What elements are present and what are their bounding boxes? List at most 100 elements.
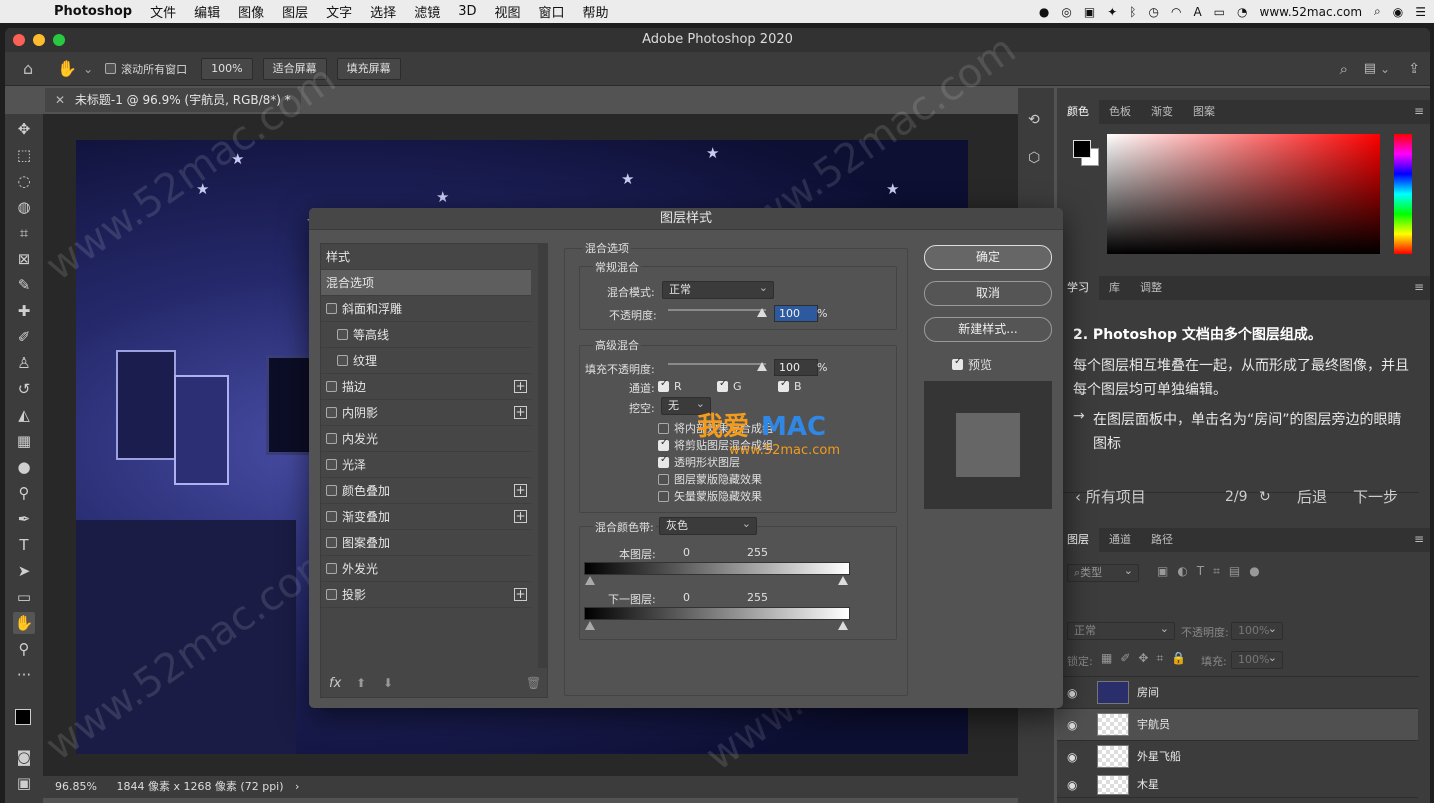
scroll-all-option[interactable]: 滚动所有窗口: [105, 61, 187, 77]
healing-tool-icon[interactable]: ✚: [13, 300, 35, 322]
minimize-window-button[interactable]: [33, 34, 45, 46]
eye-icon[interactable]: ◉: [1067, 772, 1077, 798]
spotlight-icon[interactable]: ⌕: [1374, 4, 1381, 19]
menu-layer[interactable]: 图层: [282, 2, 308, 21]
add-effect-icon[interactable]: +: [514, 484, 527, 497]
pen-tool-icon[interactable]: ✒: [13, 508, 35, 530]
maximize-window-button[interactable]: [53, 34, 65, 46]
status-chevron-icon[interactable]: ›: [295, 780, 299, 793]
gradient-tool-icon[interactable]: ▦: [13, 430, 35, 452]
style-item[interactable]: 内阴影 +: [321, 400, 531, 426]
qq-icon[interactable]: ●: [1039, 5, 1049, 19]
panel-menu-icon[interactable]: ≡: [1414, 280, 1424, 294]
advanced-option-checkbox[interactable]: [658, 422, 669, 434]
layer-row-astronaut[interactable]: ◉ 宇航员: [1057, 709, 1418, 741]
ok-button[interactable]: 确定: [924, 245, 1052, 270]
tab-swatches[interactable]: 色板: [1099, 100, 1141, 124]
blend-mode-select[interactable]: 正常: [662, 280, 774, 299]
eye-icon[interactable]: ◉: [1067, 709, 1077, 741]
style-item[interactable]: 颜色叠加 +: [321, 478, 531, 504]
layer-row-jupiter[interactable]: ◉ 木星: [1057, 772, 1418, 798]
preview-option[interactable]: 预览: [952, 356, 992, 373]
scroll-all-checkbox[interactable]: [105, 63, 117, 74]
layer-fill-input[interactable]: 100%: [1231, 650, 1283, 669]
menu-view[interactable]: 视图: [494, 2, 520, 21]
style-item-checkbox[interactable]: [326, 537, 337, 548]
style-item-checkbox[interactable]: [326, 433, 337, 444]
fill-opacity-slider[interactable]: [668, 363, 766, 365]
fill-opacity-slider-thumb[interactable]: [757, 362, 767, 371]
type-tool-icon[interactable]: T: [13, 534, 35, 556]
style-item[interactable]: 纹理: [321, 348, 531, 374]
channel-b-checkbox[interactable]: [778, 378, 789, 392]
marquee-tool-icon[interactable]: ⬚: [13, 144, 35, 166]
opacity-slider[interactable]: [668, 309, 766, 311]
advanced-option-checkbox[interactable]: [658, 490, 669, 502]
this-layer-white-thumb[interactable]: [838, 576, 848, 585]
quick-mask-icon[interactable]: ◙: [13, 746, 35, 768]
style-item-checkbox[interactable]: [326, 589, 337, 600]
menu-3d[interactable]: 3D: [458, 4, 476, 19]
more-tools-icon[interactable]: ···: [13, 664, 35, 686]
style-item[interactable]: 外发光: [321, 556, 531, 582]
hand-tool-active-icon[interactable]: ✋: [13, 612, 35, 634]
history-brush-tool-icon[interactable]: ↺: [13, 378, 35, 400]
underlying-layer-gradient[interactable]: [584, 607, 850, 620]
advanced-option[interactable]: 图层蒙版隐藏效果: [658, 471, 762, 487]
layer-filter-icons[interactable]: ▣◐T⌗▤●: [1157, 564, 1269, 579]
this-layer-gradient[interactable]: [584, 562, 850, 575]
brush-tool-icon[interactable]: ✐: [13, 326, 35, 348]
eraser-tool-icon[interactable]: ◭: [13, 404, 35, 426]
underlying-white-thumb[interactable]: [838, 621, 848, 630]
style-item-checkbox[interactable]: [326, 563, 337, 574]
frame-tool-icon[interactable]: ⊠: [13, 248, 35, 270]
eyedropper-tool-icon[interactable]: ✎: [13, 274, 35, 296]
3d-panel-icon[interactable]: ⬡: [1028, 150, 1040, 166]
move-down-icon[interactable]: ⬇: [383, 676, 393, 690]
style-item[interactable]: 斜面和浮雕: [321, 296, 531, 322]
style-item[interactable]: 投影 +: [321, 582, 531, 608]
tab-gradients[interactable]: 渐变: [1141, 100, 1183, 124]
channel-b-option[interactable]: B: [778, 378, 802, 393]
channel-r-checkbox[interactable]: [658, 378, 669, 392]
move-up-icon[interactable]: ⬆: [356, 676, 366, 690]
eye-icon[interactable]: ◉: [1067, 677, 1077, 709]
layer-row-alien-ship[interactable]: ◉ 外星飞船: [1057, 741, 1418, 772]
status-zoom[interactable]: 96.85%: [55, 780, 97, 793]
stamp-tool-icon[interactable]: ♙: [13, 352, 35, 374]
channel-g-checkbox[interactable]: [717, 378, 728, 392]
panel-menu-icon[interactable]: ≡: [1414, 104, 1424, 118]
add-effect-icon[interactable]: +: [514, 588, 527, 601]
menu-window[interactable]: 窗口: [539, 2, 565, 21]
status-doc-info[interactable]: 1844 像素 x 1268 像素 (72 ppi): [116, 780, 283, 793]
style-item[interactable]: 等高线: [321, 322, 531, 348]
this-layer-black-thumb[interactable]: [585, 576, 595, 585]
siri-icon[interactable]: ◉: [1393, 5, 1403, 19]
style-item[interactable]: 混合选项: [321, 270, 531, 296]
layer-row-room[interactable]: ◉ 房间: [1057, 677, 1418, 709]
lasso-tool-icon[interactable]: ◌: [13, 170, 35, 192]
time-machine-icon[interactable]: ◷: [1148, 5, 1158, 19]
history-panel-icon[interactable]: ⟲: [1028, 112, 1040, 128]
chevron-down-icon[interactable]: ⌄: [83, 62, 93, 76]
style-item[interactable]: 描边 +: [321, 374, 531, 400]
opacity-input[interactable]: 100: [774, 305, 818, 322]
input-method-icon[interactable]: A: [1193, 5, 1201, 19]
hue-slider[interactable]: [1394, 134, 1412, 254]
menu-file[interactable]: 文件: [150, 2, 176, 21]
close-tab-icon[interactable]: ✕: [55, 93, 65, 107]
rectangle-tool-icon[interactable]: ▭: [13, 586, 35, 608]
tab-patterns[interactable]: 图案: [1183, 100, 1225, 124]
style-item-checkbox[interactable]: [326, 407, 337, 418]
style-item-checkbox[interactable]: [326, 381, 337, 392]
advanced-option-checkbox[interactable]: [658, 437, 669, 451]
style-item-checkbox[interactable]: [337, 355, 348, 366]
style-item-checkbox[interactable]: [326, 485, 337, 496]
menu-edit[interactable]: 编辑: [194, 2, 220, 21]
fill-screen-button[interactable]: 填充屏幕: [336, 57, 401, 80]
add-effect-icon[interactable]: +: [514, 510, 527, 523]
style-item-checkbox[interactable]: [337, 329, 348, 340]
foreground-color-swatch[interactable]: [15, 709, 31, 725]
workspace-chevron-icon[interactable]: ⌄: [1380, 62, 1390, 76]
learn-next-button[interactable]: 下一步: [1353, 488, 1398, 506]
